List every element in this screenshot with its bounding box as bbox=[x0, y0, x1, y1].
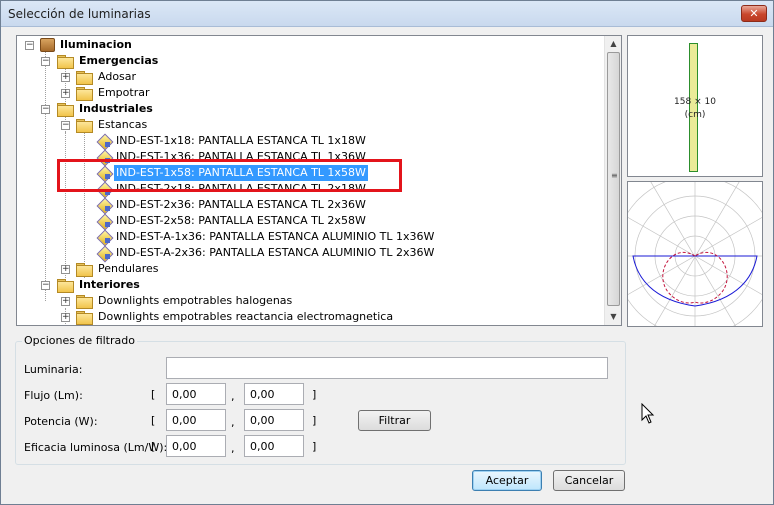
tree-node-label: IND-EST-2x36: PANTALLA ESTANCA TL 2x36W bbox=[116, 198, 366, 211]
tree-node-label: IND-EST-2x58: PANTALLA ESTANCA TL 2x58W bbox=[116, 214, 366, 227]
tree-node-label: Interiores bbox=[79, 278, 140, 291]
collapse-icon[interactable]: − bbox=[61, 121, 70, 130]
close-button[interactable]: ✕ bbox=[741, 5, 767, 22]
polar-diagram-svg bbox=[628, 182, 762, 326]
eficacia-label: Eficacia luminosa (Lm/W): bbox=[24, 441, 168, 454]
tree-node-label: Empotrar bbox=[98, 86, 150, 99]
tree-node-label: Downlights empotrables reactancia electr… bbox=[98, 310, 394, 323]
folder-icon bbox=[76, 295, 93, 309]
selection-highlight-box bbox=[57, 159, 402, 192]
collapse-icon[interactable]: − bbox=[25, 41, 34, 50]
expand-icon[interactable]: + bbox=[61, 265, 70, 274]
open-bracket: [ bbox=[151, 414, 156, 427]
mouse-cursor-icon bbox=[641, 403, 655, 424]
luminaire-icon bbox=[97, 246, 111, 260]
expand-icon[interactable]: + bbox=[61, 89, 70, 98]
tree-guide bbox=[84, 132, 85, 278]
polar-grid bbox=[628, 182, 762, 326]
dimension-text: 158 × 10 (cm) bbox=[628, 96, 762, 122]
tree-node-label: Pendulares bbox=[98, 262, 159, 275]
expand-icon[interactable]: + bbox=[61, 313, 70, 322]
collapse-icon[interactable]: − bbox=[41, 281, 50, 290]
luminaire-icon bbox=[97, 134, 111, 148]
tree-guide bbox=[65, 132, 66, 278]
tree-guide bbox=[45, 52, 46, 301]
tree-node-label: Downlights empotrables halogenas bbox=[98, 294, 293, 307]
folder-open-icon bbox=[76, 119, 93, 133]
scroll-down-arrow-icon[interactable]: ▼ bbox=[607, 310, 620, 323]
filter-options-title: Opciones de filtrado bbox=[22, 334, 137, 347]
potencia-max-input[interactable] bbox=[244, 409, 304, 431]
folder-open-icon bbox=[57, 55, 74, 69]
tree-node-label: Adosar bbox=[98, 70, 137, 83]
close-bracket: ] bbox=[312, 388, 317, 401]
luminaria-input[interactable] bbox=[166, 357, 608, 379]
dimension-size: 158 × 10 bbox=[674, 97, 716, 107]
folder-icon bbox=[76, 71, 93, 85]
photometric-polar-diagram bbox=[627, 181, 763, 327]
tree-node-label: IND-EST-A-2x36: PANTALLA ESTANCA ALUMINI… bbox=[116, 246, 435, 259]
luminaria-label: Luminaria: bbox=[24, 363, 83, 376]
window-title: Selección de luminarias bbox=[8, 7, 151, 21]
tree-vertical-scrollbar[interactable]: ▲ ≡ ▼ bbox=[604, 36, 621, 325]
scroll-thumb[interactable]: ≡ bbox=[607, 52, 620, 306]
folder-icon bbox=[76, 263, 93, 277]
tree-node-label: Iluminacion bbox=[60, 38, 132, 51]
accept-button[interactable]: Aceptar bbox=[472, 470, 542, 491]
flujo-max-input[interactable] bbox=[244, 383, 304, 405]
folder-icon bbox=[76, 311, 93, 325]
scroll-up-arrow-icon[interactable]: ▲ bbox=[607, 37, 620, 50]
expand-icon[interactable]: + bbox=[61, 297, 70, 306]
range-separator: , bbox=[231, 390, 235, 403]
close-bracket: ] bbox=[312, 414, 317, 427]
tree-node-label: Emergencias bbox=[79, 54, 159, 67]
tree-node-label: IND-EST-A-1x36: PANTALLA ESTANCA ALUMINI… bbox=[116, 230, 435, 243]
tree-node-label: Industriales bbox=[79, 102, 153, 115]
folder-open-icon bbox=[57, 103, 74, 117]
range-separator: , bbox=[231, 416, 235, 429]
eficacia-max-input[interactable] bbox=[244, 435, 304, 457]
flujo-label: Flujo (Lm): bbox=[24, 389, 83, 402]
luminaire-dimension-preview: 158 × 10 (cm) bbox=[627, 35, 763, 177]
filter-button[interactable]: Filtrar bbox=[358, 410, 431, 431]
dimension-unit: (cm) bbox=[684, 110, 706, 120]
folder-open-icon bbox=[57, 279, 74, 293]
grip-icon: ≡ bbox=[611, 171, 618, 180]
luminaire-selection-dialog: Selección de luminarias ✕ − Iluminacion … bbox=[0, 0, 774, 505]
flujo-min-input[interactable] bbox=[166, 383, 226, 405]
open-bracket: [ bbox=[151, 388, 156, 401]
luminaire-icon bbox=[97, 214, 111, 228]
expand-icon[interactable]: + bbox=[61, 73, 70, 82]
luminaire-icon bbox=[97, 230, 111, 244]
potencia-min-input[interactable] bbox=[166, 409, 226, 431]
tree-node-label: Estancas bbox=[98, 118, 148, 131]
range-separator: , bbox=[231, 442, 235, 455]
close-bracket: ] bbox=[312, 440, 317, 453]
title-bar[interactable]: Selección de luminarias ✕ bbox=[1, 1, 773, 27]
collapse-icon[interactable]: − bbox=[41, 105, 50, 114]
open-bracket: [ bbox=[151, 440, 156, 453]
cancel-button[interactable]: Cancelar bbox=[553, 470, 625, 491]
luminaire-icon bbox=[97, 198, 111, 212]
collapse-icon[interactable]: − bbox=[41, 57, 50, 66]
eficacia-min-input[interactable] bbox=[166, 435, 226, 457]
folder-icon bbox=[76, 87, 93, 101]
tree-node-label: IND-EST-1x18: PANTALLA ESTANCA TL 1x18W bbox=[116, 134, 366, 147]
luminaire-library-icon bbox=[40, 38, 55, 52]
potencia-label: Potencia (W): bbox=[24, 415, 98, 428]
